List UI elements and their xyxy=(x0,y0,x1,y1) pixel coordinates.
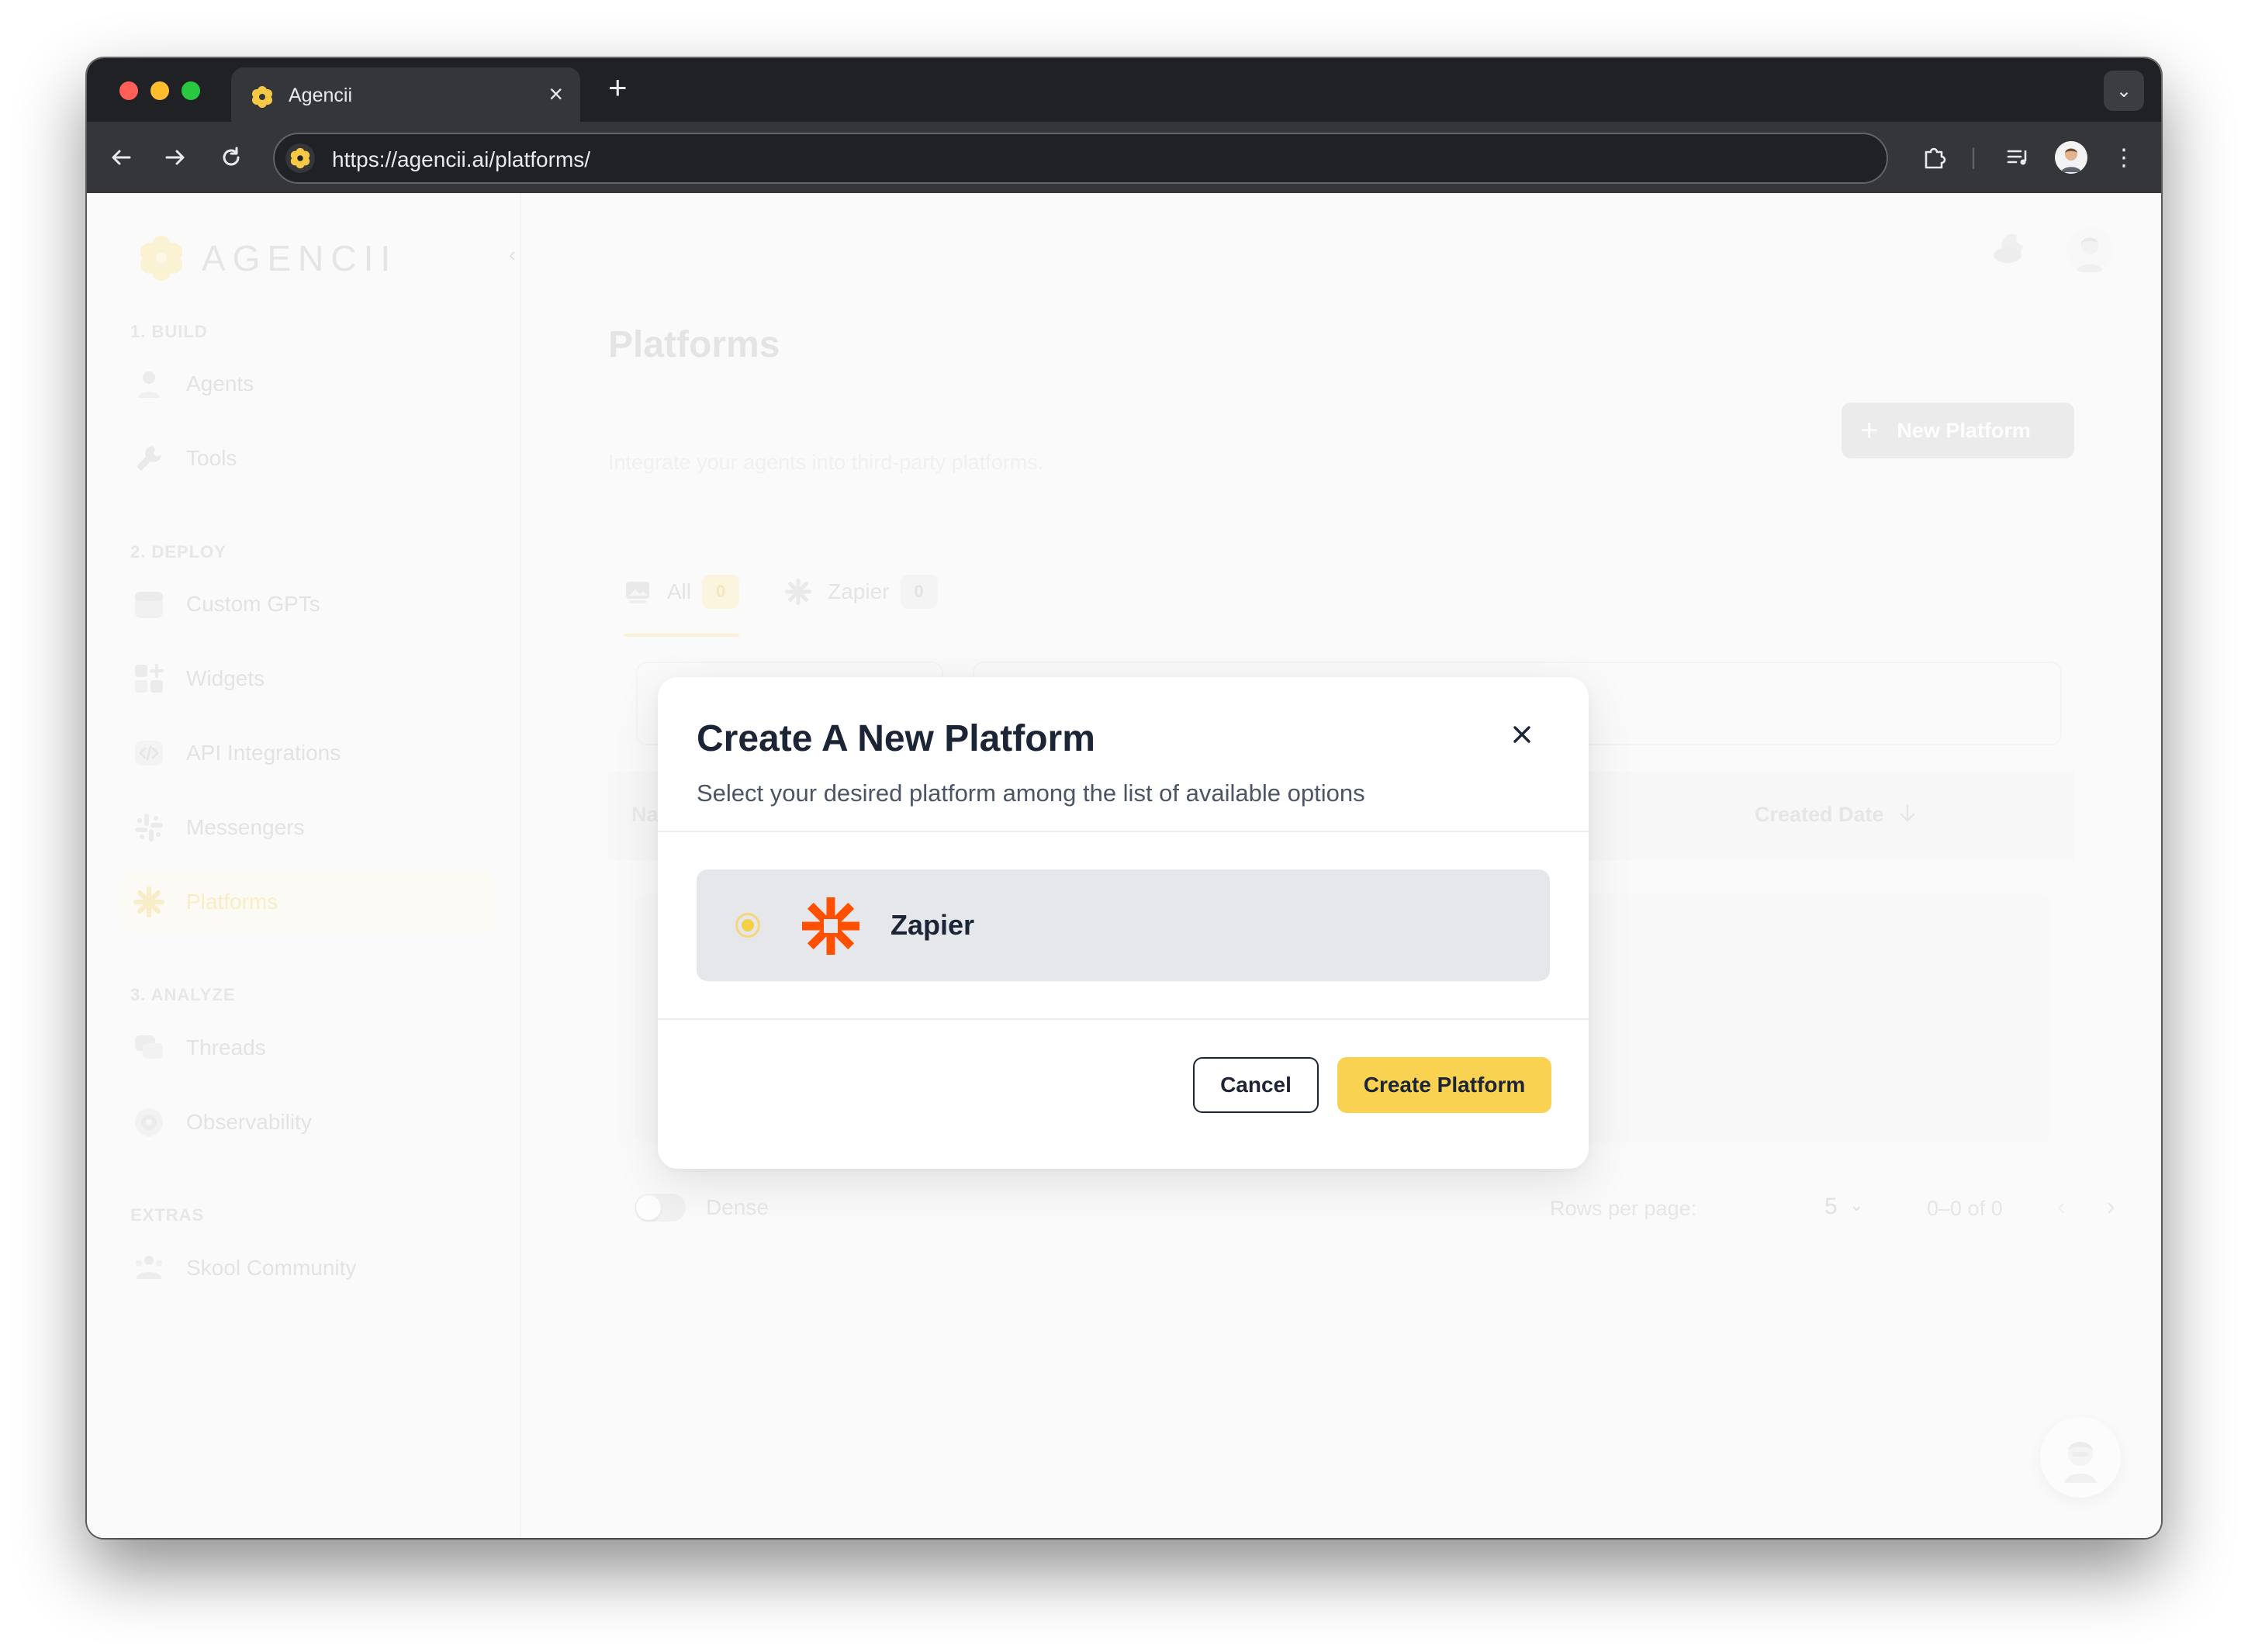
close-icon[interactable] xyxy=(1505,717,1539,752)
platform-option-zapier[interactable]: Zapier xyxy=(697,869,1550,981)
back-arrow-icon[interactable] xyxy=(101,137,141,178)
address-url: https://agencii.ai/platforms/ xyxy=(332,147,591,171)
browser-toolbar: https://agencii.ai/platforms/ | ⋮ xyxy=(87,122,2161,193)
browser-menu-icon[interactable]: ⋮ xyxy=(2108,139,2139,176)
tab-search-chevron-icon[interactable]: ⌄ xyxy=(2104,71,2144,111)
tab-title: Agencii xyxy=(289,85,352,106)
toolbar-divider: | xyxy=(1970,144,1977,170)
create-platform-dialog: Create A New Platform Select your desire… xyxy=(658,677,1589,1169)
close-window-button[interactable] xyxy=(119,81,138,100)
browser-window: Agencii × + ⌄ https://agencii.ai/platfor… xyxy=(87,58,2161,1538)
forward-arrow-icon[interactable] xyxy=(155,137,195,178)
cancel-button[interactable]: Cancel xyxy=(1193,1057,1319,1113)
reload-icon[interactable] xyxy=(211,137,251,178)
browser-tab-bar: Agencii × + ⌄ xyxy=(87,58,2161,122)
app-container: AGENCII ‹ 1. BUILD Agents Tools 2. DEPLO… xyxy=(87,193,2161,1538)
profile-avatar-icon[interactable] xyxy=(2054,139,2088,176)
agencii-favicon-icon xyxy=(252,86,272,108)
dialog-divider xyxy=(658,1018,1589,1020)
dialog-subtitle: Select your desired platform among the l… xyxy=(697,779,1365,807)
maximize-window-button[interactable] xyxy=(182,81,200,100)
address-bar[interactable]: https://agencii.ai/platforms/ xyxy=(273,133,1888,184)
new-tab-icon[interactable]: + xyxy=(608,71,628,105)
platform-option-label: Zapier xyxy=(891,909,975,941)
site-info-icon[interactable] xyxy=(285,143,315,173)
zapier-logo-icon xyxy=(802,897,859,955)
extensions-puzzle-icon[interactable] xyxy=(1916,139,1953,176)
radio-selected[interactable] xyxy=(735,913,760,938)
close-tab-icon[interactable]: × xyxy=(548,80,563,108)
browser-tab[interactable]: Agencii × xyxy=(231,67,580,122)
media-controls-icon[interactable] xyxy=(2000,139,2037,176)
dialog-divider xyxy=(658,831,1589,832)
create-platform-button[interactable]: Create Platform xyxy=(1337,1057,1551,1113)
dialog-title: Create A New Platform xyxy=(697,718,1095,759)
minimize-window-button[interactable] xyxy=(150,81,169,100)
